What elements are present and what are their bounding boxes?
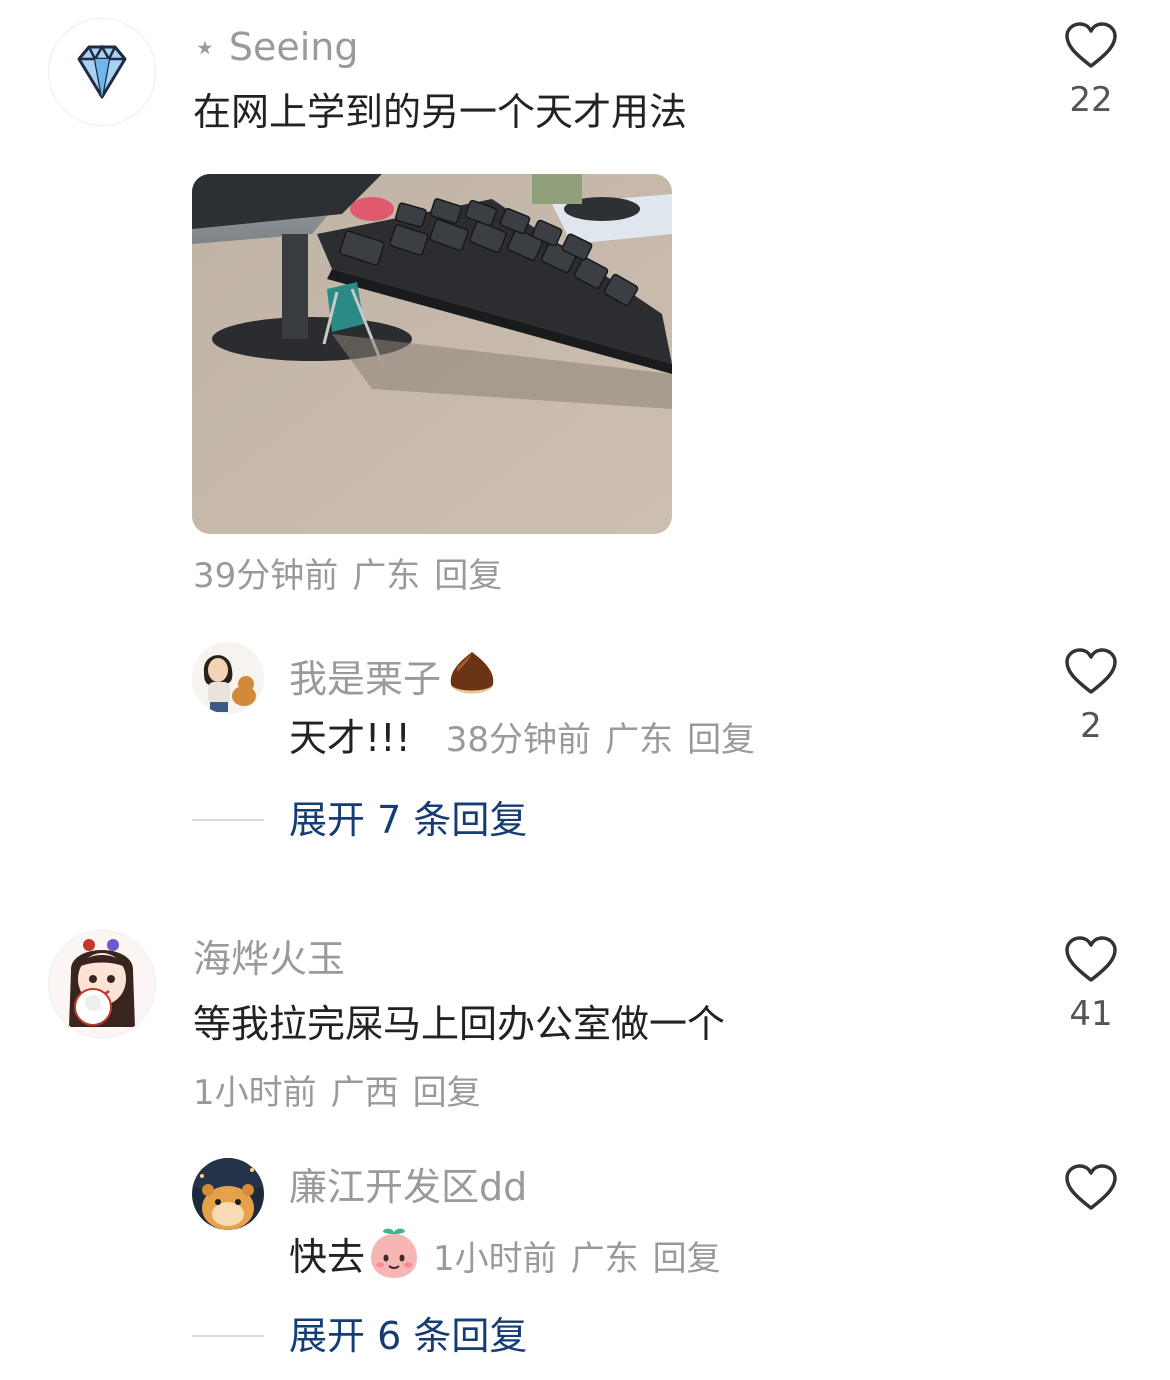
- comment-meta: 1小时前 广西 回复: [193, 1072, 495, 1114]
- like-button[interactable]: [1056, 1164, 1126, 1216]
- comment-location: 广东: [352, 556, 421, 596]
- reply-username[interactable]: 廉江开发区dd: [289, 1164, 527, 1210]
- reply-button[interactable]: 回复: [653, 1239, 721, 1279]
- peach-emoji-icon: [371, 1228, 418, 1278]
- reply-time: 1小时前: [433, 1239, 557, 1279]
- reply-button[interactable]: 回复: [687, 720, 755, 760]
- reply-username[interactable]: 我是栗子: [289, 657, 441, 701]
- expand-divider: [192, 819, 264, 821]
- heart-icon: [1065, 936, 1117, 982]
- girl-dog-avatar-icon: [192, 642, 264, 714]
- comment-username[interactable]: ⋆ Seeing: [193, 24, 359, 70]
- heart-icon: [1065, 1164, 1117, 1210]
- reply-body: 快去 1小时前 广东 回复: [289, 1228, 735, 1281]
- reply-button[interactable]: 回复: [434, 556, 502, 596]
- diamond-icon: [77, 44, 127, 99]
- like-count: 41: [1069, 994, 1113, 1034]
- like-button[interactable]: 41: [1056, 936, 1126, 1034]
- expand-divider: [192, 1335, 264, 1337]
- reply-meta: 1小时前 广东 回复: [433, 1239, 735, 1279]
- like-button[interactable]: 2: [1056, 648, 1126, 746]
- reply-body: 天才!!! 38分钟前 广东 回复: [289, 714, 769, 762]
- like-button[interactable]: 22: [1056, 22, 1126, 120]
- expand-replies-button[interactable]: 展开 6 条回复: [289, 1313, 527, 1359]
- comment-time: 1小时前: [193, 1073, 317, 1113]
- chestnut-icon: [450, 652, 494, 694]
- reply-avatar[interactable]: [192, 1158, 264, 1230]
- keyboard-photo: [192, 174, 672, 534]
- comment-time: 39分钟前: [193, 556, 339, 596]
- reply-meta: 38分钟前 广东 回复: [446, 720, 769, 760]
- reply-time: 38分钟前: [445, 720, 592, 760]
- reply-text: 天才!!!: [289, 716, 411, 760]
- heart-icon: [1065, 22, 1117, 68]
- reply-location: 广东: [570, 1239, 639, 1279]
- comment-meta: 39分钟前 广东 回复: [193, 555, 516, 597]
- avatar[interactable]: [48, 18, 156, 126]
- reply-avatar[interactable]: [192, 642, 264, 714]
- comment-text: 在网上学到的另一个天才用法: [193, 90, 688, 134]
- comment-text: 等我拉完屎马上回办公室做一个: [193, 1002, 726, 1046]
- anime-girl-avatar-icon: [49, 931, 155, 1037]
- reply-location: 广东: [605, 720, 674, 760]
- like-count: 2: [1080, 706, 1102, 746]
- like-count: 22: [1069, 80, 1113, 120]
- reply-username-row: 我是栗子: [289, 648, 499, 702]
- comment-username[interactable]: 海烨火玉: [193, 936, 345, 982]
- avatar[interactable]: [48, 930, 156, 1038]
- comment-image[interactable]: [192, 174, 672, 534]
- heart-icon: [1065, 648, 1117, 694]
- comment-location: 广西: [330, 1073, 399, 1113]
- reply-text: 快去: [289, 1235, 366, 1279]
- expand-replies-button[interactable]: 展开 7 条回复: [289, 797, 527, 843]
- reply-button[interactable]: 回复: [413, 1073, 481, 1113]
- hamster-avatar-icon: [192, 1158, 264, 1230]
